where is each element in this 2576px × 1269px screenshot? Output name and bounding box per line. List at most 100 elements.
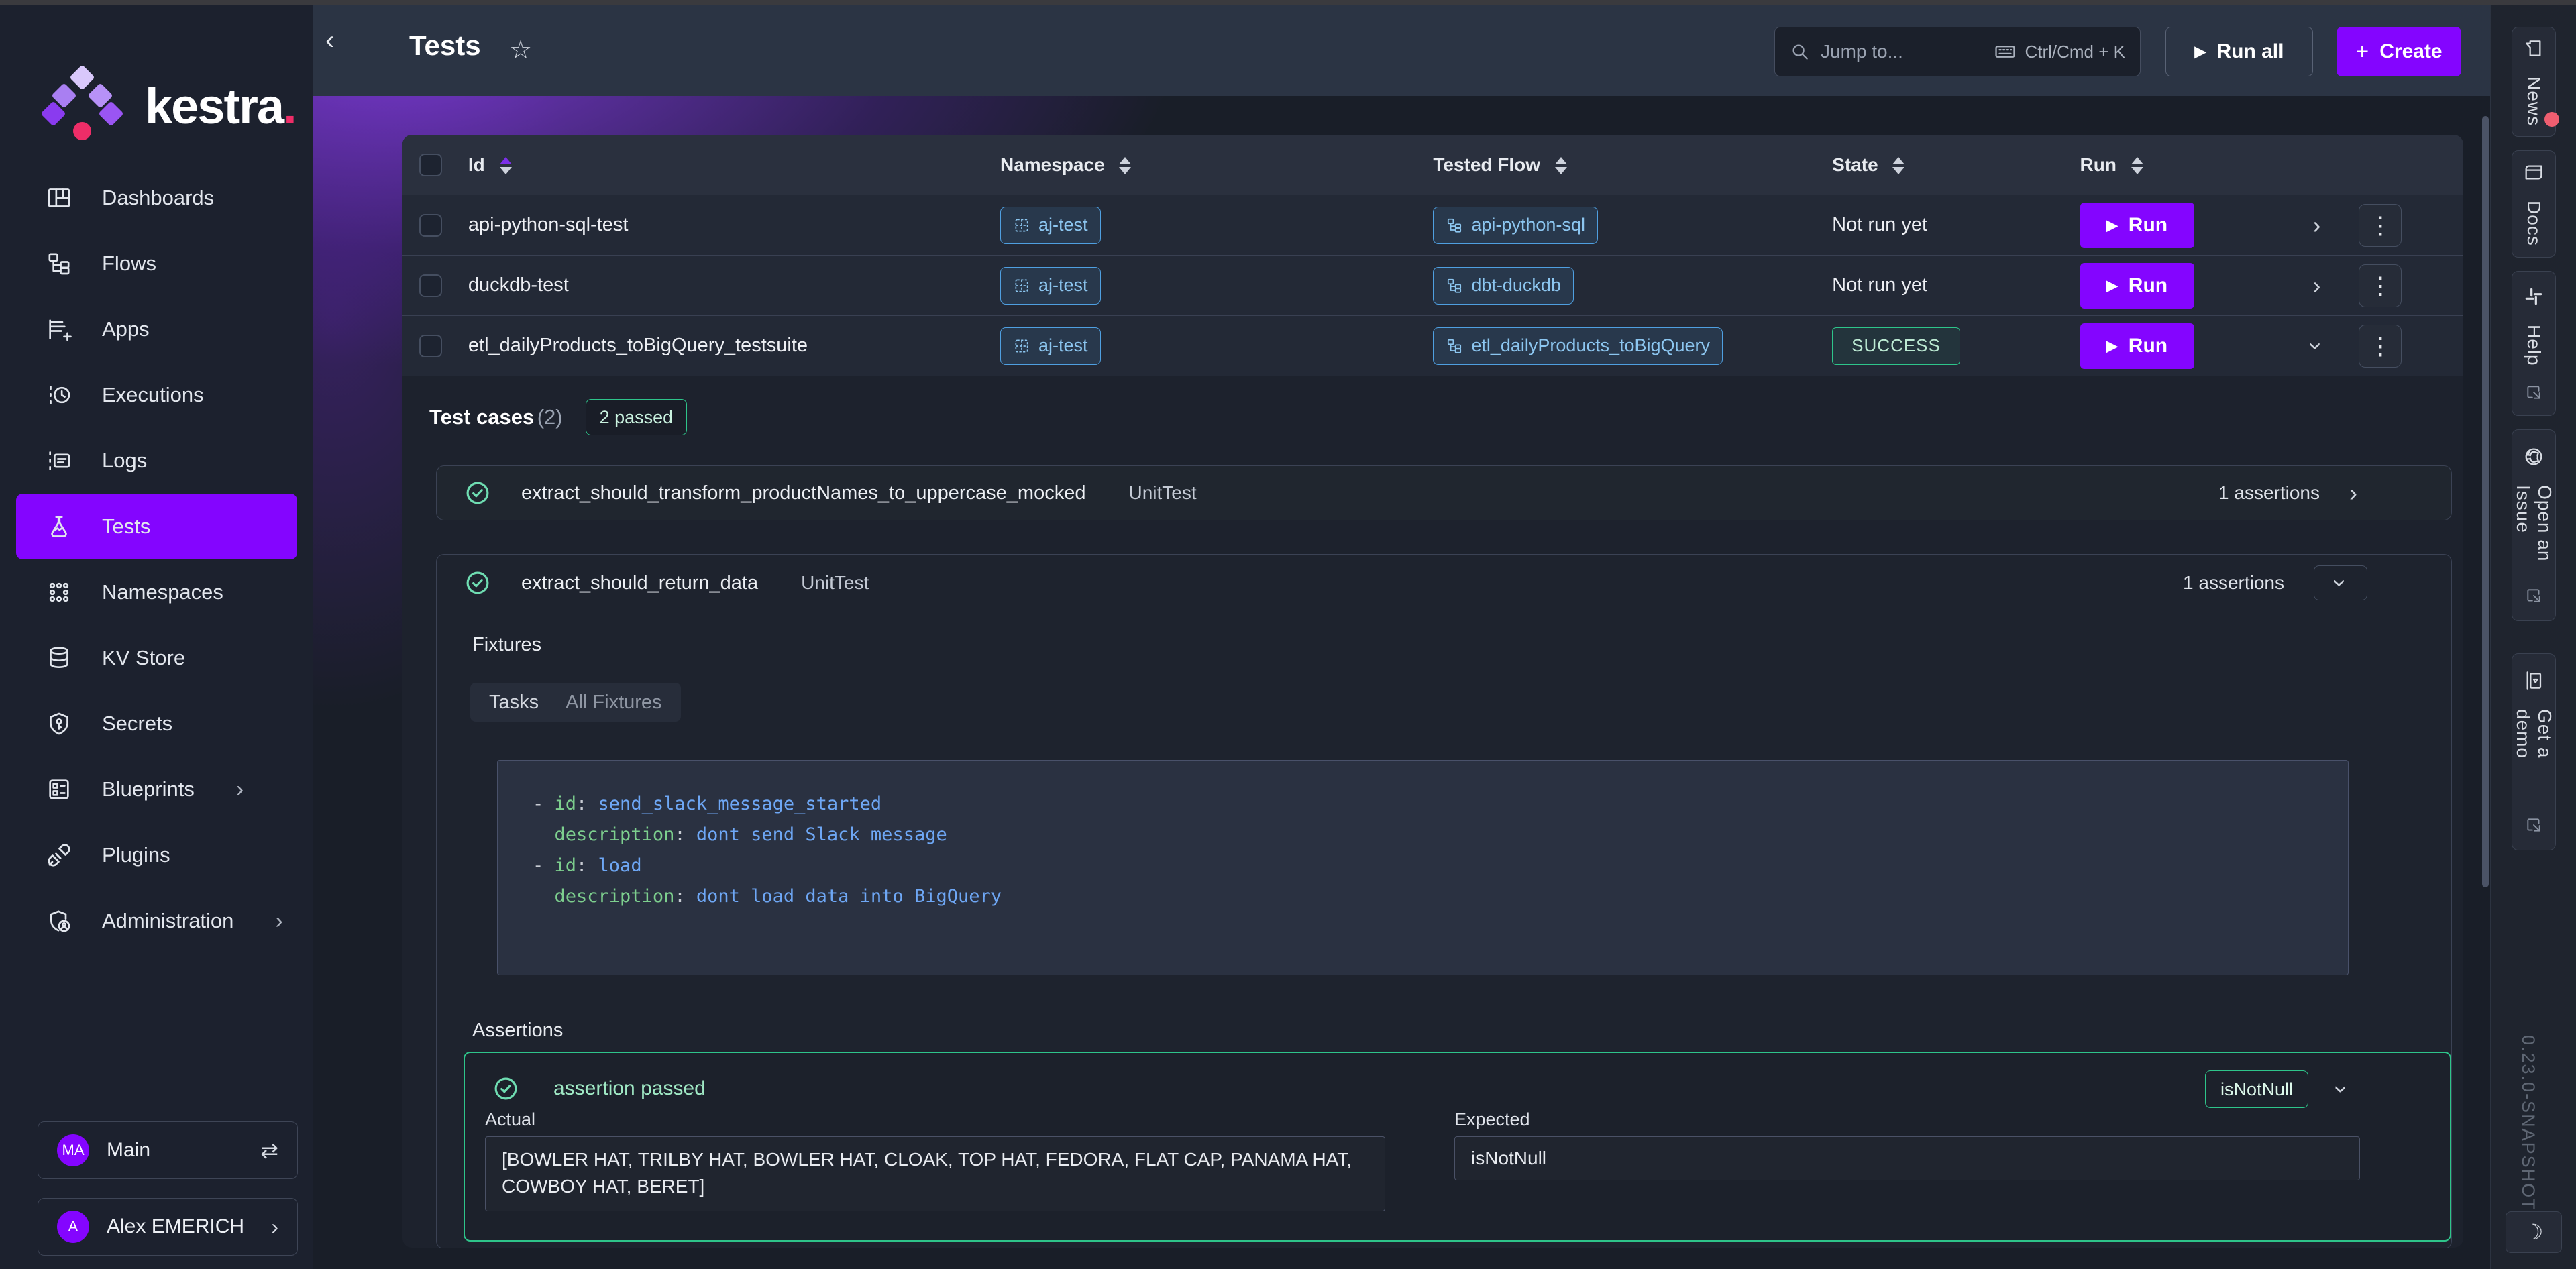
state-text: Not run yet	[1832, 274, 2080, 296]
sidebar-item-namespaces[interactable]: Namespaces	[0, 559, 313, 625]
sort-icon	[2131, 157, 2143, 174]
vertical-scrollbar[interactable]	[2482, 116, 2489, 887]
run-button[interactable]: ▶Run	[2080, 263, 2194, 309]
test-case-name: extract_should_transform_productNames_to…	[521, 482, 1085, 504]
tab-all-fixtures[interactable]: All Fixtures	[566, 692, 661, 714]
database-icon	[46, 645, 72, 671]
assertions-title: Assertions	[472, 1019, 563, 1042]
flow-icon	[1446, 217, 1463, 234]
tested-flow-badge[interactable]: etl_dailyProducts_toBigQuery	[1433, 327, 1723, 365]
kestra-logo[interactable]: kestra.	[43, 67, 296, 146]
sidebar-item-tests[interactable]: Tests	[16, 494, 297, 559]
actual-value-field[interactable]: [BOWLER HAT, TRILBY HAT, BOWLER HAT, CLO…	[485, 1136, 1385, 1211]
collapse-chevron-icon[interactable]: ›	[2302, 342, 2330, 350]
tests-flask-icon	[46, 513, 72, 540]
blueprints-icon	[46, 776, 72, 803]
run-button[interactable]: ▶Run	[2080, 323, 2194, 369]
check-circle-icon	[464, 569, 492, 597]
flow-icon	[1446, 277, 1463, 294]
tested-flow-badge[interactable]: api-python-sql	[1433, 207, 1598, 244]
window-top-strip	[0, 0, 2576, 5]
namespace-badge[interactable]: aj-test	[1000, 207, 1101, 244]
namespace-grid-icon	[1013, 277, 1030, 294]
expected-value-field[interactable]: isNotNull	[1454, 1136, 2360, 1180]
tab-help[interactable]: Help	[2512, 271, 2556, 416]
row-checkbox[interactable]	[419, 335, 442, 357]
sidebar-item-dashboards[interactable]: Dashboards	[0, 165, 313, 231]
favorite-star-icon[interactable]: ☆	[509, 35, 532, 65]
slack-icon	[2523, 286, 2544, 307]
swap-icon: ⇄	[260, 1138, 278, 1163]
column-header-tested-flow[interactable]: Tested Flow	[1433, 154, 1832, 176]
sidebar-item-blueprints[interactable]: Blueprints ›	[0, 757, 313, 822]
user-menu[interactable]: A Alex EMERICH ›	[38, 1198, 298, 1256]
table-row[interactable]: duckdb-test aj-test dbt-duckdb Not run y…	[402, 255, 2463, 315]
plus-icon: +	[2355, 39, 2369, 65]
jump-to-search[interactable]: Ctrl/Cmd + K	[1774, 27, 2141, 76]
search-input[interactable]	[1821, 41, 1983, 62]
row-checkbox[interactable]	[419, 274, 442, 297]
chevron-down-icon[interactable]: ›	[2328, 1085, 2356, 1093]
column-header-state[interactable]: State	[1832, 154, 2080, 176]
run-all-button[interactable]: ▶ Run all	[2165, 27, 2313, 76]
notification-dot	[2544, 112, 2559, 127]
run-button[interactable]: ▶Run	[2080, 203, 2194, 248]
sort-icon	[1119, 157, 1131, 174]
row-menu-button[interactable]: ⋮	[2359, 325, 2402, 368]
column-header-namespace[interactable]: Namespace	[1000, 154, 1433, 176]
namespace-badge[interactable]: aj-test	[1000, 327, 1101, 365]
tests-table-card: Id Namespace Tested Flow State Run	[402, 135, 2463, 1248]
external-link-icon	[2525, 384, 2542, 401]
brand-name: kestra.	[145, 67, 296, 146]
column-header-id[interactable]: Id	[468, 154, 1000, 176]
collapse-chevron-button[interactable]: ›	[2314, 565, 2367, 600]
app-window: kestra. Dashboards Flows Apps Executions	[0, 0, 2576, 1269]
test-case-row-expanded[interactable]: extract_should_return_data UnitTest 1 as…	[437, 555, 2451, 611]
tab-tasks[interactable]: Tasks	[489, 692, 539, 714]
expand-chevron-icon[interactable]: ›	[2312, 272, 2320, 300]
namespace-badge[interactable]: aj-test	[1000, 267, 1101, 305]
chevron-down-icon: ›	[2326, 579, 2355, 587]
sidebar-item-logs[interactable]: Logs	[0, 428, 313, 494]
actual-label: Actual	[485, 1109, 535, 1130]
row-menu-button[interactable]: ⋮	[2359, 204, 2402, 247]
expand-chevron-icon[interactable]: ›	[2349, 479, 2357, 507]
table-row[interactable]: api-python-sql-test aj-test api-python-s…	[402, 195, 2463, 255]
row-menu-button[interactable]: ⋮	[2359, 264, 2402, 307]
create-button[interactable]: + Create	[2337, 27, 2461, 76]
operator-badge[interactable]: isNotNull	[2205, 1070, 2308, 1108]
test-case-row[interactable]: extract_should_transform_productNames_to…	[436, 465, 2452, 520]
sidebar-item-executions[interactable]: Executions	[0, 362, 313, 428]
theme-toggle-button[interactable]: ☽	[2506, 1211, 2562, 1253]
sidebar-item-administration[interactable]: Administration ›	[0, 888, 313, 954]
version-label: 0.23.0-SNAPSHOT	[2518, 1035, 2538, 1211]
select-all-checkbox[interactable]	[419, 154, 442, 176]
column-header-run[interactable]: Run	[2080, 154, 2275, 176]
sidebar-item-kv-store[interactable]: KV Store	[0, 625, 313, 691]
sidebar-item-apps[interactable]: Apps	[0, 296, 313, 362]
tenant-switcher[interactable]: MA Main ⇄	[38, 1121, 298, 1179]
play-icon: ▶	[2106, 277, 2118, 294]
tab-docs[interactable]: Docs	[2512, 150, 2556, 258]
row-checkbox[interactable]	[419, 214, 442, 237]
fixtures-code-editor[interactable]: - id: send_slack_message_started descrip…	[497, 760, 2349, 975]
user-avatar: A	[57, 1211, 89, 1243]
test-cases-heading: Test cases (2) 2 passed	[429, 399, 687, 435]
table-row-expanded[interactable]: etl_dailyProducts_toBigQuery_testsuite a…	[402, 315, 2463, 376]
sidebar-item-flows[interactable]: Flows	[0, 231, 313, 296]
sidebar-collapse-icon[interactable]: ‹	[325, 25, 334, 56]
tab-get-a-demo[interactable]: Get a demo	[2512, 653, 2556, 850]
expand-chevron-icon[interactable]: ›	[2312, 211, 2320, 239]
expanded-test-detail: Test cases (2) 2 passed extract_should_t…	[402, 376, 2463, 1248]
tab-news[interactable]: News	[2512, 27, 2556, 137]
check-circle-icon	[492, 1074, 520, 1103]
logs-icon	[46, 447, 72, 474]
dashboard-icon	[46, 184, 72, 211]
sidebar-item-secrets[interactable]: Secrets	[0, 691, 313, 757]
top-header: ‹ Tests ☆ Ctrl/Cmd + K ▶ Run all + Creat…	[313, 5, 2490, 96]
tab-open-an-issue[interactable]: Open an Issue	[2512, 429, 2556, 621]
chevron-right-icon: ›	[236, 777, 244, 803]
sidebar-item-plugins[interactable]: Plugins	[0, 822, 313, 888]
tenant-name: Main	[107, 1139, 150, 1162]
tested-flow-badge[interactable]: dbt-duckdb	[1433, 267, 1574, 305]
